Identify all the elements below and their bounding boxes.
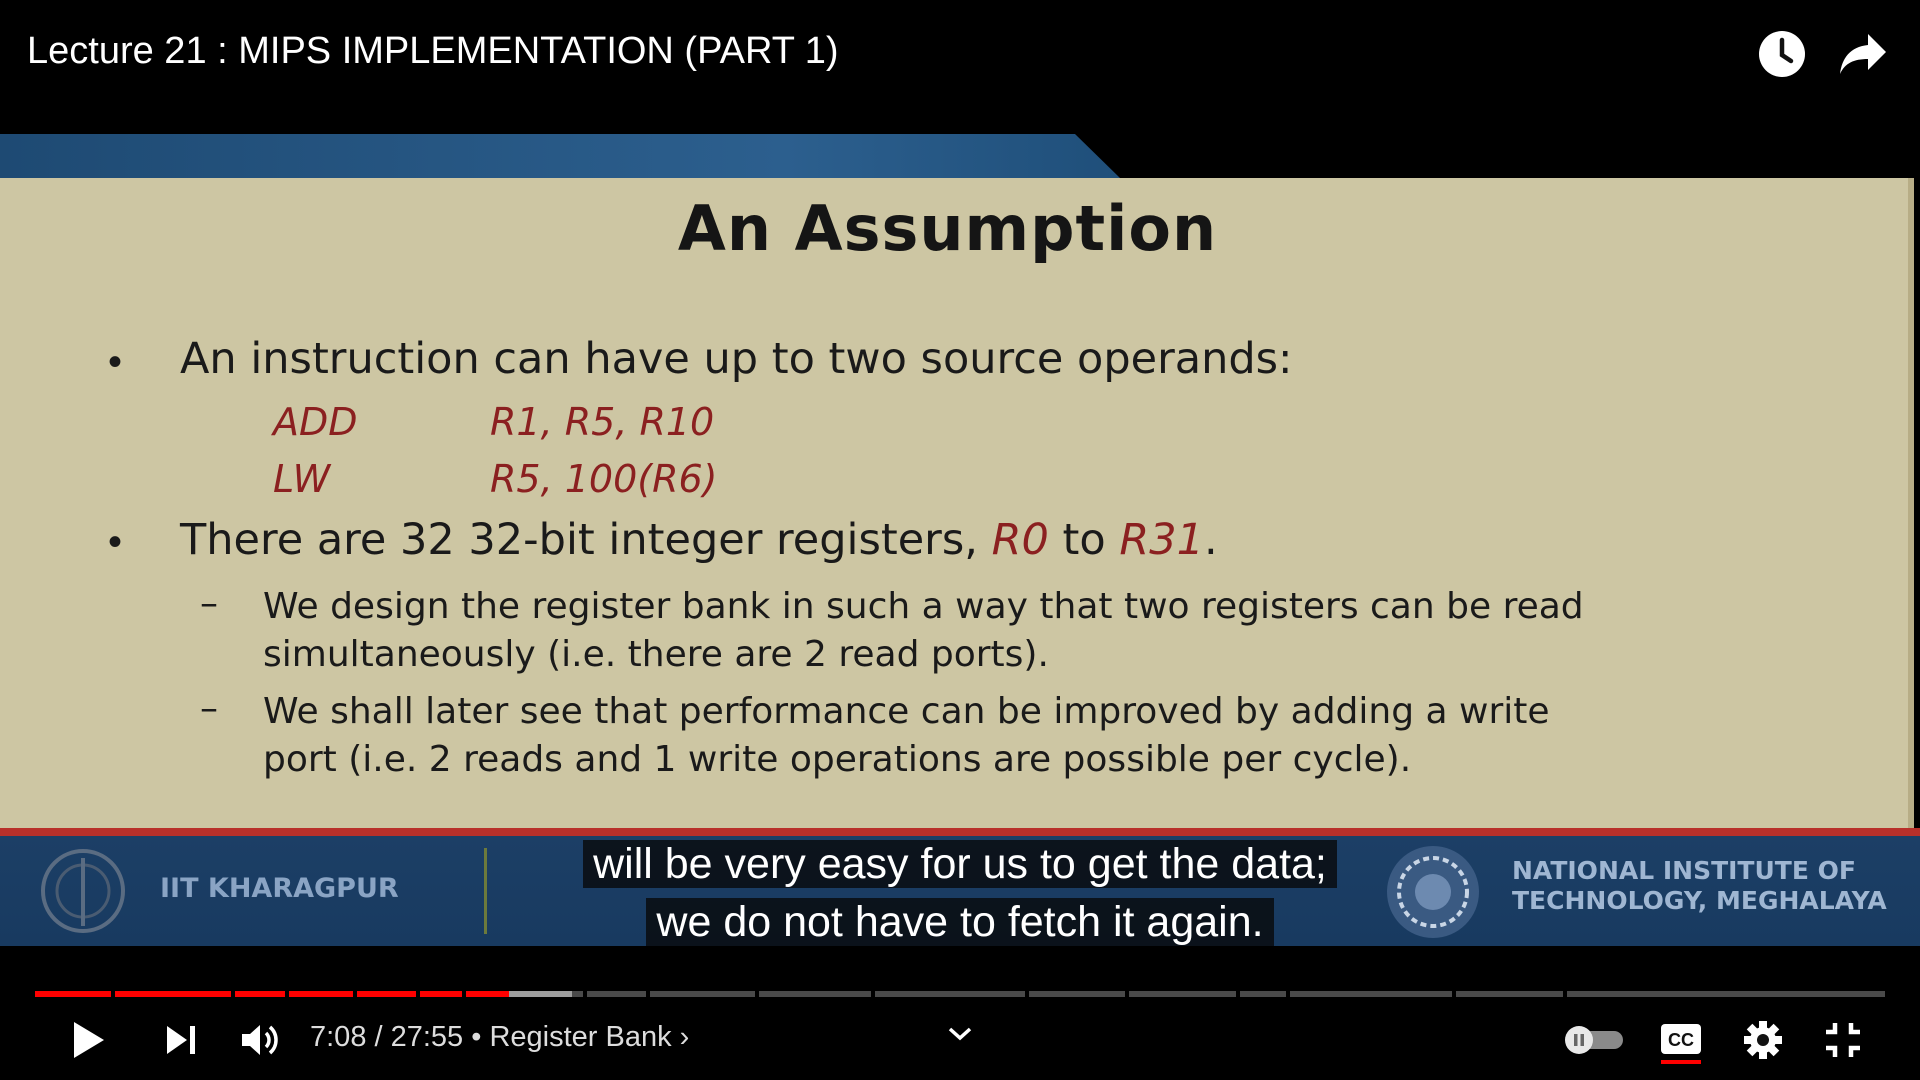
code-op: ADD	[273, 400, 358, 444]
sub-bullet-2-line-2: port (i.e. 2 reads and 1 write operation…	[263, 739, 1412, 780]
autoplay-toggle-icon[interactable]	[1563, 1024, 1627, 1056]
bullet2-to: to	[1048, 515, 1120, 565]
register-r31: R31	[1119, 515, 1204, 565]
register-r0: R0	[991, 515, 1049, 565]
sub-bullet-1-line-2: simultaneously (i.e. there are 2 read po…	[263, 634, 1049, 675]
video-frame[interactable]: An Assumption • An instruction can have …	[0, 0, 1920, 1080]
chapter-gap	[1125, 991, 1129, 997]
code-args: R1, R5, R10	[490, 400, 715, 444]
share-icon[interactable]	[1838, 32, 1888, 76]
chapter-gap	[1452, 991, 1456, 997]
bullet-dot: •	[108, 520, 123, 564]
volume-icon[interactable]	[238, 1020, 282, 1060]
chapter-gap	[1236, 991, 1240, 997]
caption-line-2: we do not have to fetch it again.	[0, 898, 1920, 947]
chapter-gap	[285, 991, 289, 997]
play-icon[interactable]	[70, 1019, 108, 1061]
chapter-gap	[353, 991, 357, 997]
progress-played	[35, 991, 509, 997]
sub-bullet-1: We design the register bank in such a wa…	[263, 583, 1584, 679]
sub-bullet-2-line-1: We shall later see that performance can …	[263, 691, 1550, 732]
chevron-down-icon[interactable]	[946, 1024, 974, 1044]
chapter-gap	[1025, 991, 1029, 997]
slide-bullet-2: There are 32 32-bit integer registers, R…	[180, 515, 1218, 565]
code-op: LW	[273, 457, 331, 501]
slide-title: An Assumption	[677, 192, 1218, 265]
settings-icon[interactable]	[1742, 1019, 1784, 1061]
chapter-gap	[1286, 991, 1290, 997]
caption-text-1: will be very easy for us to get the data…	[583, 840, 1337, 888]
code-args: R5, 100(R6)	[490, 457, 718, 501]
player-controls	[0, 960, 1920, 1080]
chapter-gap	[416, 991, 420, 997]
slide-bullet-1: An instruction can have up to two source…	[180, 334, 1293, 384]
chapter-gap	[755, 991, 759, 997]
bullet2-end: .	[1203, 515, 1218, 565]
chapter-gap	[646, 991, 650, 997]
next-icon[interactable]	[163, 1022, 199, 1058]
sub-bullet-2: We shall later see that performance can …	[263, 688, 1550, 784]
bullet2-text: There are 32 32-bit integer registers,	[180, 515, 992, 565]
chapter-gap	[111, 991, 115, 997]
sub-bullet-1-line-1: We design the register bank in such a wa…	[263, 586, 1584, 627]
slide-banner	[0, 134, 1120, 178]
sub-bullet-dash: –	[200, 688, 218, 729]
chapter-gap	[462, 991, 466, 997]
video-title[interactable]: Lecture 21 : MIPS IMPLEMENTATION (PART 1…	[27, 30, 839, 73]
svg-text:CC: CC	[1668, 1030, 1694, 1050]
exit-fullscreen-icon[interactable]	[1823, 1020, 1863, 1060]
progress-bar[interactable]	[35, 991, 1885, 997]
chapter-gap	[1563, 991, 1567, 997]
bullet-dot: •	[108, 340, 123, 384]
chapter-gap	[871, 991, 875, 997]
sub-bullet-dash: –	[200, 583, 218, 624]
chapter-gap	[583, 991, 587, 997]
caption-line-1: will be very easy for us to get the data…	[0, 840, 1920, 889]
caption-text-2: we do not have to fetch it again.	[646, 898, 1274, 946]
chapter-gap	[231, 991, 235, 997]
captions-icon[interactable]: CC	[1658, 1020, 1704, 1066]
watch-later-icon[interactable]	[1757, 29, 1807, 79]
time-display[interactable]: 7:08 / 27:55 • Register Bank ›	[310, 1021, 689, 1054]
